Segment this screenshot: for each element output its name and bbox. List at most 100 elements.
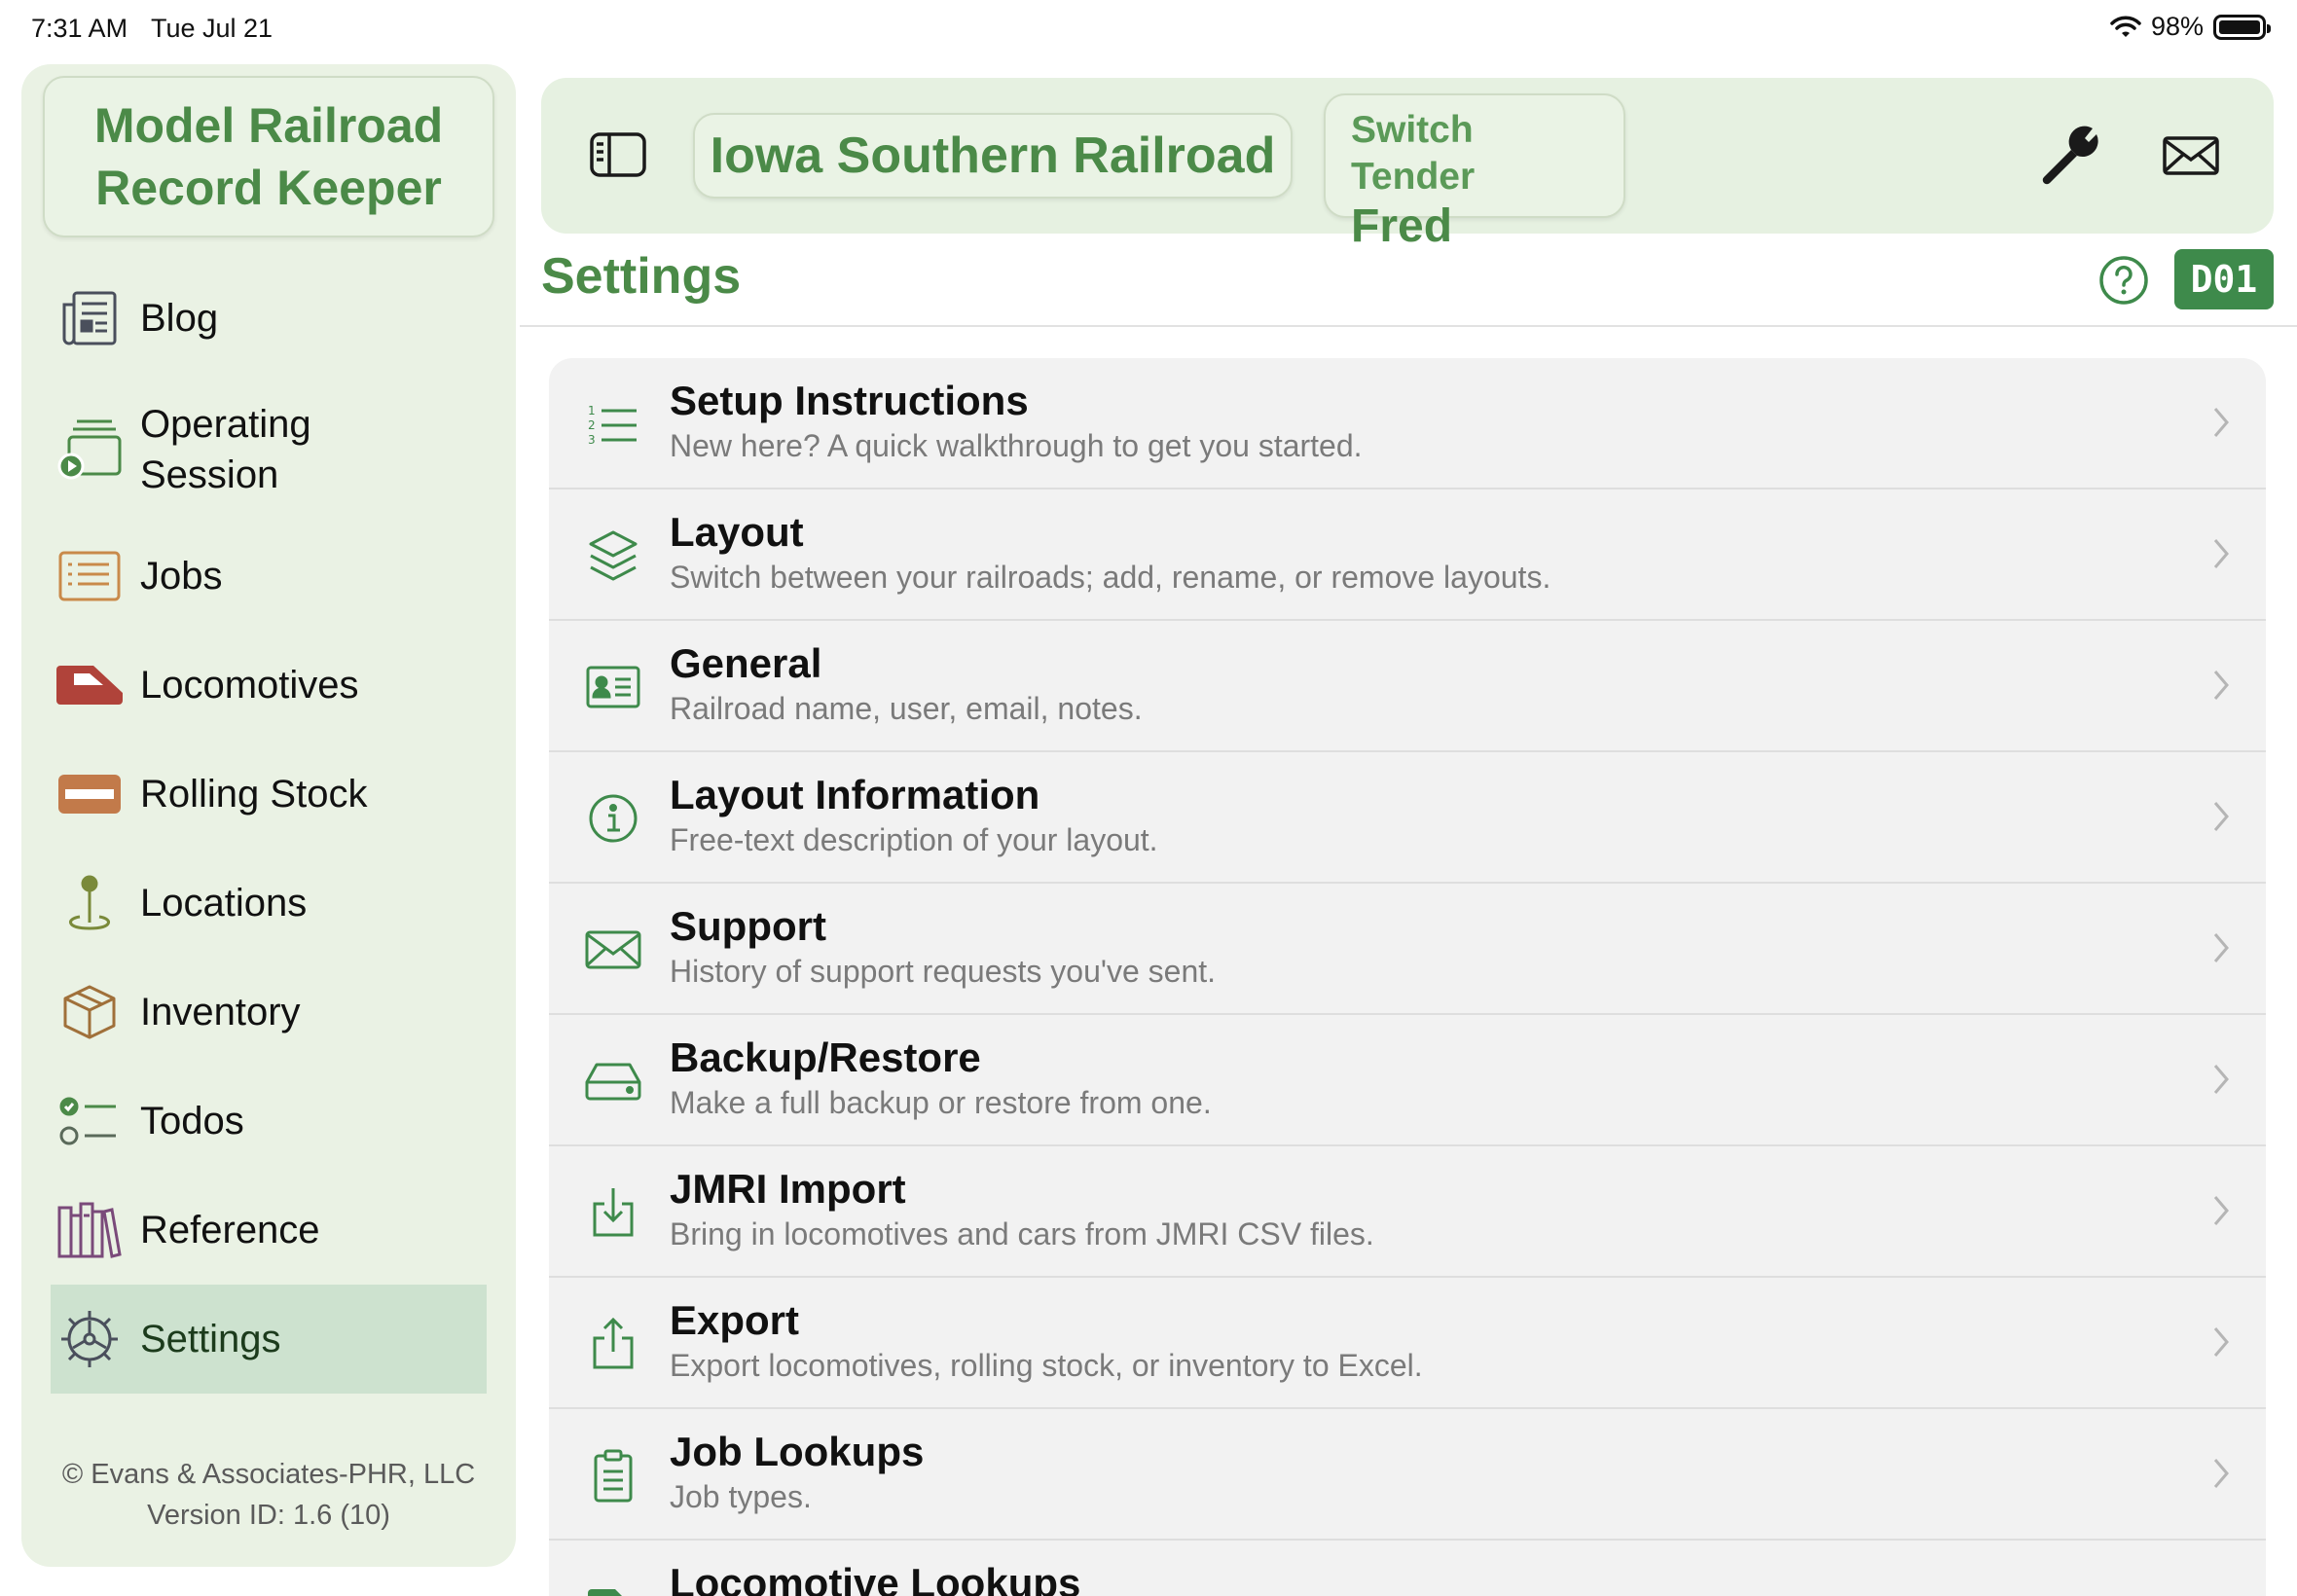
settings-row-job-lookups[interactable]: Job Lookups Job types. — [549, 1409, 2266, 1541]
svg-text:3: 3 — [588, 433, 596, 446]
wrench-icon[interactable] — [2038, 125, 2100, 187]
chevron-right-icon — [2213, 1065, 2229, 1094]
sidebar-item-rolling-stock[interactable]: Rolling Stock — [51, 740, 487, 849]
page-title: Settings — [541, 248, 742, 305]
row-title: Support — [670, 903, 826, 949]
header-bar: Iowa Southern Railroad Switch Tender Fre… — [541, 78, 2274, 252]
status-time: 7:31 AM — [31, 14, 128, 43]
layers-icon — [589, 530, 638, 581]
sidebar-item-operating-session[interactable]: Operating Session — [51, 378, 487, 522]
row-subtitle: Job types. — [670, 1479, 812, 1514]
chevron-right-icon — [2213, 671, 2229, 700]
chevron-right-icon — [2213, 802, 2229, 831]
settings-row-jmri-import[interactable]: JMRI Import Bring in locomotives and car… — [549, 1146, 2266, 1278]
settings-row-support[interactable]: Support History of support requests you'… — [549, 884, 2266, 1015]
row-subtitle: Bring in locomotives and cars from JMRI … — [670, 1216, 1374, 1251]
operating-session-icon — [57, 419, 122, 480]
locomotive-icon — [588, 1589, 622, 1596]
row-subtitle: Export locomotives, rolling stock, or in… — [670, 1348, 1423, 1383]
row-subtitle: Make a full backup or restore from one. — [670, 1085, 1212, 1120]
wifi-icon — [2110, 16, 2141, 37]
settings-row-general[interactable]: General Railroad name, user, email, note… — [549, 621, 2266, 752]
sidebar-item-locomotives[interactable]: Locomotives — [51, 631, 487, 740]
chevron-right-icon — [2213, 539, 2229, 568]
books-icon — [57, 1202, 122, 1258]
user-name: Fred — [1351, 200, 1453, 252]
sidebar-item-label: Operating Session — [140, 403, 311, 496]
envelope-icon — [585, 930, 641, 969]
chevron-right-icon — [2213, 408, 2229, 437]
sidebar-item-label: Locations — [140, 882, 308, 925]
app-title-card[interactable]: Model Railroad Record Keeper — [43, 76, 494, 237]
help-icon[interactable] — [2098, 255, 2149, 306]
railroad-button[interactable]: Iowa Southern Railroad — [693, 113, 1293, 199]
settings-row-backup-restore[interactable]: Backup/Restore Make a full backup or res… — [549, 1015, 2266, 1146]
sidebar-item-label: Blog — [140, 297, 219, 340]
row-title: General — [670, 640, 822, 686]
row-title: Layout Information — [670, 772, 1040, 817]
sidebar-item-inventory[interactable]: Inventory — [51, 958, 487, 1067]
checklist-icon — [59, 1097, 116, 1145]
row-subtitle: Free-text description of your layout. — [670, 822, 1158, 857]
sidebar-toggle-icon[interactable] — [590, 132, 646, 177]
battery-icon — [2213, 14, 2271, 40]
settings-list: 1 2 3 Setup Instructions New here? A qui… — [549, 358, 2266, 1596]
user-button[interactable]: Switch Tender Fred — [1324, 93, 1625, 252]
row-title: Backup/Restore — [670, 1034, 981, 1080]
map-pin-icon — [69, 875, 110, 930]
chevron-right-icon — [2213, 1196, 2229, 1225]
export-icon — [593, 1317, 634, 1369]
locomotive-icon — [56, 666, 123, 705]
status-bar: 7:31 AM Tue Jul 21 98% — [0, 0, 2297, 58]
status-right: 98% — [2110, 12, 2271, 42]
row-title: JMRI Import — [670, 1166, 906, 1212]
gear-icon — [61, 1311, 118, 1367]
status-date: Tue Jul 21 — [151, 14, 273, 43]
row-subtitle: Railroad name, user, email, notes. — [670, 691, 1143, 726]
list-icon — [58, 551, 121, 601]
version-text: Version ID: 1.6 (10) — [147, 1500, 390, 1531]
row-title: Job Lookups — [670, 1429, 925, 1474]
row-title: Export — [670, 1297, 800, 1343]
clipboard-icon — [594, 1449, 633, 1503]
sidebar-footer: © Evans & Associates-PHR, LLC Version ID… — [21, 1454, 516, 1536]
drive-icon — [585, 1063, 641, 1101]
railroad-name: Iowa Southern Railroad — [710, 127, 1276, 184]
header-divider — [520, 325, 2297, 327]
sidebar-item-label: Todos — [140, 1100, 244, 1143]
chevron-right-icon — [2213, 933, 2229, 962]
app-title: Model Railroad Record Keeper — [93, 98, 444, 215]
sidebar-item-reference[interactable]: Reference — [51, 1176, 487, 1285]
sidebar-item-todos[interactable]: Todos — [51, 1067, 487, 1176]
user-role: Switch Tender — [1351, 109, 1476, 198]
sidebar-item-label: Locomotives — [140, 664, 359, 707]
settings-row-export[interactable]: Export Export locomotives, rolling stock… — [549, 1278, 2266, 1409]
envelope-icon[interactable] — [2163, 136, 2219, 175]
sidebar-item-label: Inventory — [140, 991, 301, 1034]
sidebar-item-locations[interactable]: Locations — [51, 849, 487, 958]
copyright-text: © Evans & Associates-PHR, LLC — [61, 1459, 476, 1490]
sidebar-item-jobs[interactable]: Jobs — [51, 522, 487, 631]
chevron-right-icon — [2213, 1459, 2229, 1488]
contact-card-icon — [586, 666, 640, 708]
sidebar-item-label: Settings — [140, 1318, 281, 1360]
svg-text:1: 1 — [588, 404, 596, 417]
settings-row-setup-instructions[interactable]: 1 2 3 Setup Instructions New here? A qui… — [549, 358, 2266, 490]
row-subtitle: Switch between your railroads; add, rena… — [670, 560, 1551, 595]
settings-row-locomotive-lookups[interactable]: Locomotive Lookups — [549, 1541, 2266, 1596]
settings-row-layout-information[interactable]: Layout Information Free-text description… — [549, 752, 2266, 884]
sidebar-item-settings[interactable]: Settings — [51, 1285, 487, 1394]
info-icon — [589, 794, 638, 843]
sidebar-item-label: Jobs — [140, 555, 223, 598]
newspaper-icon — [62, 291, 117, 345]
row-title: Locomotive Lookups — [670, 1560, 1081, 1596]
row-title: Setup Instructions — [670, 378, 1029, 423]
sidebar: Model Railroad Record Keeper Blog Operat… — [21, 64, 516, 1567]
sidebar-item-label: Reference — [140, 1209, 320, 1251]
sidebar-item-blog[interactable]: Blog — [51, 259, 487, 378]
numbered-list-icon: 1 2 3 — [588, 404, 637, 446]
box-icon — [63, 985, 116, 1039]
import-icon — [593, 1188, 634, 1237]
settings-row-layout[interactable]: Layout Switch between your railroads; ad… — [549, 490, 2266, 621]
svg-text:2: 2 — [588, 418, 596, 432]
